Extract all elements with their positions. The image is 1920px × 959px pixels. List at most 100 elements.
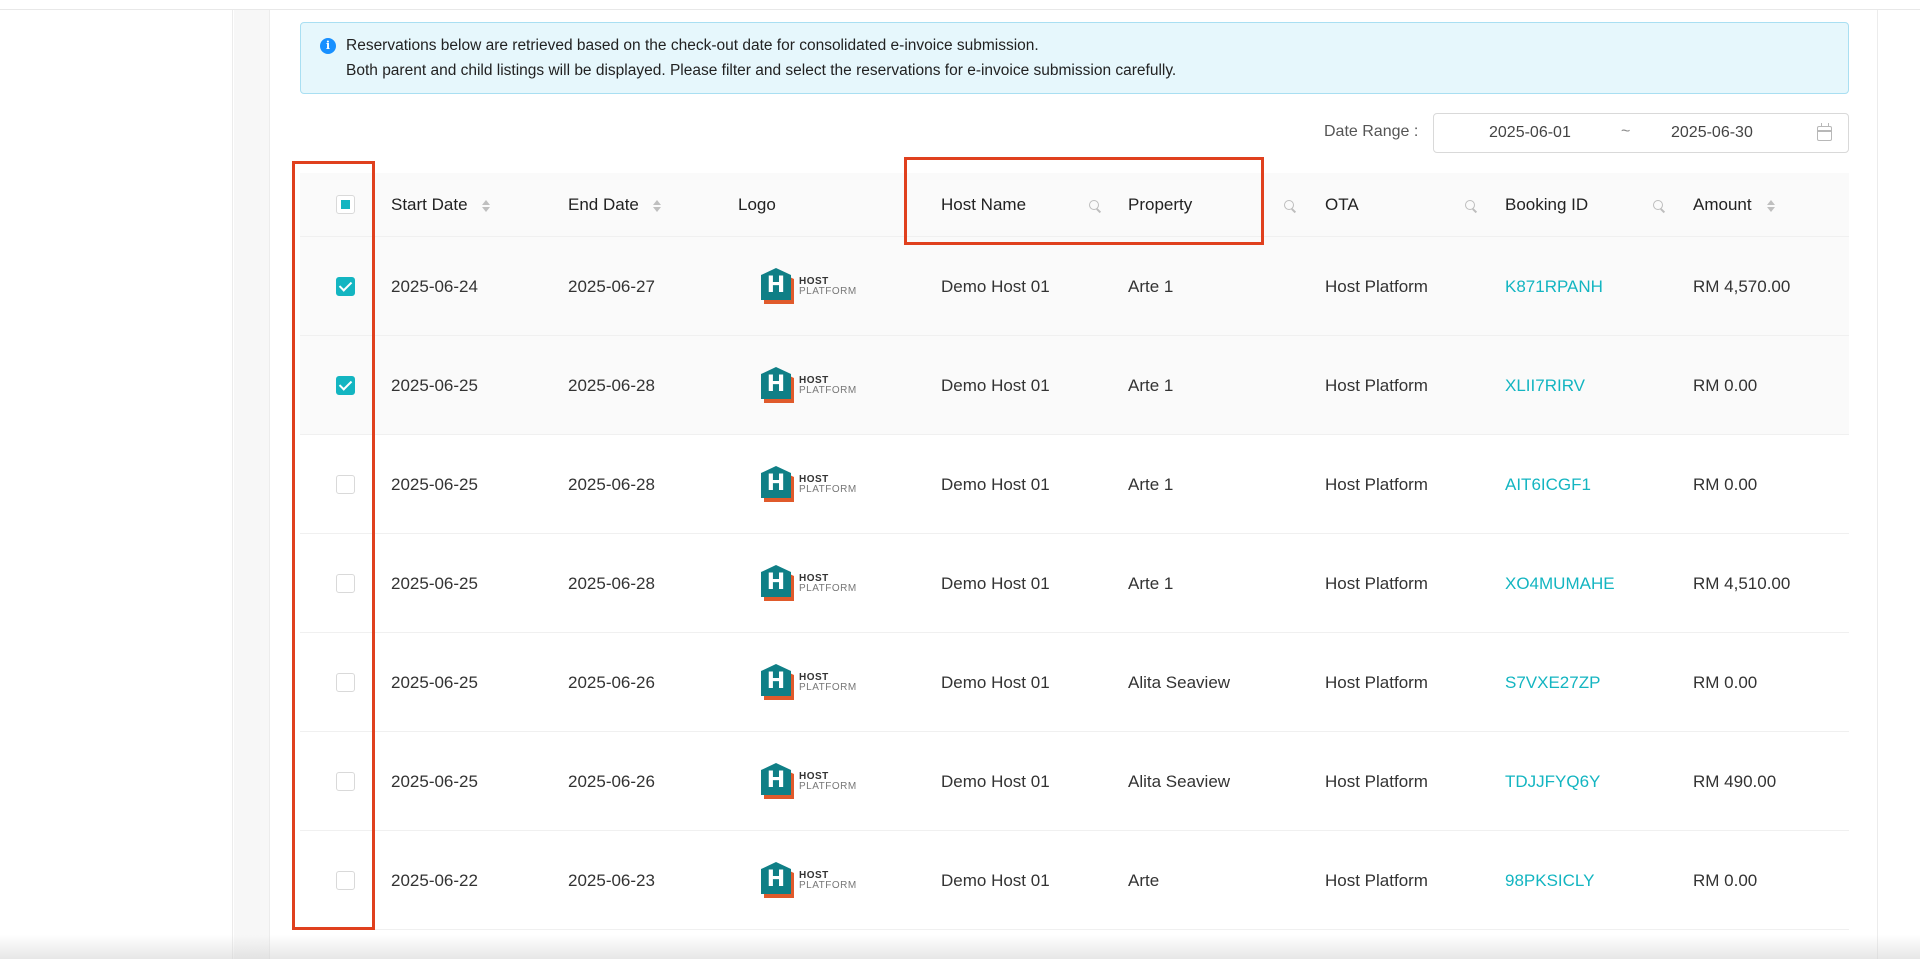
left-panel	[0, 10, 233, 959]
cell-amount: RM 0.00	[1693, 475, 1758, 494]
host-platform-logo-mark: H	[761, 763, 794, 799]
main-content: i Reservations below are retrieved based…	[271, 10, 1876, 959]
cell-host-name: Demo Host 01	[941, 376, 1050, 395]
column-end-date[interactable]: End Date	[568, 173, 639, 237]
host-platform-logo-mark: H	[761, 466, 794, 502]
cell-start-date: 2025-06-25	[391, 673, 478, 692]
column-start-date[interactable]: Start Date	[391, 173, 468, 237]
cell-property: Arte 1	[1128, 376, 1174, 395]
cell-start-date: 2025-06-25	[391, 376, 478, 395]
cell-ota: Host Platform	[1325, 871, 1428, 890]
cell-property: Arte	[1128, 871, 1160, 890]
cell-start-date: 2025-06-25	[391, 475, 478, 494]
sort-icon[interactable]	[482, 200, 490, 214]
table-body: 2025-06-24 2025-06-27 H HOST PLATFORM De…	[300, 237, 1849, 930]
logo-word-platform: PLATFORM	[799, 682, 857, 693]
host-platform-logo: H HOST PLATFORM	[761, 862, 871, 900]
host-platform-logo: H HOST PLATFORM	[761, 565, 871, 603]
cell-property: Arte 1	[1128, 277, 1174, 296]
alert-line-2: Both parent and child listings will be d…	[346, 62, 1177, 79]
cell-host-name: Demo Host 01	[941, 277, 1050, 296]
host-platform-logo-mark: H	[761, 367, 794, 403]
cell-start-date: 2025-06-25	[391, 772, 478, 791]
date-range-picker[interactable]: 2025-06-01 ~ 2025-06-30	[1433, 113, 1849, 153]
highlight-checkbox-column	[292, 161, 375, 930]
column-amount[interactable]: Amount	[1693, 173, 1752, 237]
logo-word-platform: PLATFORM	[799, 385, 857, 396]
cell-amount: RM 4,510.00	[1693, 574, 1791, 593]
cell-end-date: 2025-06-27	[568, 277, 655, 296]
booking-id-link[interactable]: TDJJFYQ6Y	[1505, 732, 1600, 831]
cell-amount: RM 0.00	[1693, 871, 1758, 890]
cell-ota: Host Platform	[1325, 376, 1428, 395]
booking-id-link[interactable]: 98PKSICLY	[1505, 831, 1594, 930]
cell-end-date: 2025-06-23	[568, 871, 655, 890]
table-row[interactable]: 2025-06-24 2025-06-27 H HOST PLATFORM De…	[300, 237, 1849, 336]
date-range-start[interactable]: 2025-06-01	[1489, 124, 1571, 142]
booking-id-link[interactable]: XO4MUMAHE	[1505, 534, 1615, 633]
logo-word-platform: PLATFORM	[799, 880, 857, 891]
host-platform-logo: H HOST PLATFORM	[761, 664, 871, 702]
table-row[interactable]: 2025-06-25 2025-06-28 H HOST PLATFORM De…	[300, 534, 1849, 633]
cell-property: Alita Seaview	[1128, 673, 1231, 692]
search-icon[interactable]	[1465, 200, 1475, 210]
cell-ota: Host Platform	[1325, 277, 1428, 296]
search-icon[interactable]	[1284, 200, 1294, 210]
cell-host-name: Demo Host 01	[941, 475, 1050, 494]
cell-host-name: Demo Host 01	[941, 574, 1050, 593]
host-platform-logo: H HOST PLATFORM	[761, 268, 871, 306]
logo-word-platform: PLATFORM	[799, 583, 857, 594]
cell-ota: Host Platform	[1325, 673, 1428, 692]
cell-start-date: 2025-06-24	[391, 277, 478, 296]
cell-property: Arte 1	[1128, 574, 1174, 593]
booking-id-link[interactable]: K871RPANH	[1505, 237, 1603, 336]
host-platform-logo: H HOST PLATFORM	[761, 466, 871, 504]
cell-end-date: 2025-06-26	[568, 772, 655, 791]
column-logo: Logo	[738, 195, 776, 214]
host-platform-logo-mark: H	[761, 862, 794, 898]
info-alert: i Reservations below are retrieved based…	[300, 22, 1849, 94]
column-booking-id: Booking ID	[1505, 195, 1589, 214]
reservations-table: Start Date End Date Logo Host Name Prope…	[300, 173, 1849, 930]
cell-end-date: 2025-06-28	[568, 475, 655, 494]
table-row[interactable]: 2025-06-25 2025-06-26 H HOST PLATFORM De…	[300, 633, 1849, 732]
host-platform-logo-mark: H	[761, 565, 794, 601]
booking-id-link[interactable]: XLII7RIRV	[1505, 336, 1585, 435]
column-ota: OTA	[1325, 195, 1359, 214]
sort-icon[interactable]	[1767, 200, 1775, 214]
info-icon: i	[320, 38, 336, 54]
highlight-host-property-headers	[904, 157, 1264, 245]
cell-host-name: Demo Host 01	[941, 673, 1050, 692]
host-platform-logo: H HOST PLATFORM	[761, 763, 871, 801]
cell-host-name: Demo Host 01	[941, 772, 1050, 791]
cell-end-date: 2025-06-28	[568, 574, 655, 593]
booking-id-link[interactable]: AIT6ICGF1	[1505, 435, 1591, 534]
table-row[interactable]: 2025-06-25 2025-06-28 H HOST PLATFORM De…	[300, 336, 1849, 435]
logo-word-platform: PLATFORM	[799, 286, 857, 297]
booking-id-link[interactable]: S7VXE27ZP	[1505, 633, 1600, 732]
table-row[interactable]: 2025-06-22 2025-06-23 H HOST PLATFORM De…	[300, 831, 1849, 930]
sort-icon[interactable]	[653, 200, 661, 214]
date-range-label: Date Range :	[1324, 123, 1419, 140]
table-row[interactable]: 2025-06-25 2025-06-26 H HOST PLATFORM De…	[300, 732, 1849, 831]
alert-line-1: Reservations below are retrieved based o…	[346, 37, 1039, 54]
cell-amount: RM 0.00	[1693, 673, 1758, 692]
logo-word-platform: PLATFORM	[799, 484, 857, 495]
cell-start-date: 2025-06-25	[391, 574, 478, 593]
right-gutter	[1877, 10, 1920, 959]
bottom-shadow	[0, 935, 1920, 959]
search-icon[interactable]	[1653, 200, 1663, 210]
date-range-separator: ~	[1621, 123, 1631, 140]
host-platform-logo: H HOST PLATFORM	[761, 367, 871, 405]
cell-end-date: 2025-06-26	[568, 673, 655, 692]
host-platform-logo-mark: H	[761, 268, 794, 304]
date-range-end[interactable]: 2025-06-30	[1671, 124, 1753, 142]
cell-ota: Host Platform	[1325, 475, 1428, 494]
cell-end-date: 2025-06-28	[568, 376, 655, 395]
cell-start-date: 2025-06-22	[391, 871, 478, 890]
table-row[interactable]: 2025-06-25 2025-06-28 H HOST PLATFORM De…	[300, 435, 1849, 534]
cell-amount: RM 490.00	[1693, 772, 1777, 791]
cell-ota: Host Platform	[1325, 772, 1428, 791]
calendar-icon[interactable]	[1817, 123, 1832, 141]
content-gutter	[234, 10, 270, 959]
